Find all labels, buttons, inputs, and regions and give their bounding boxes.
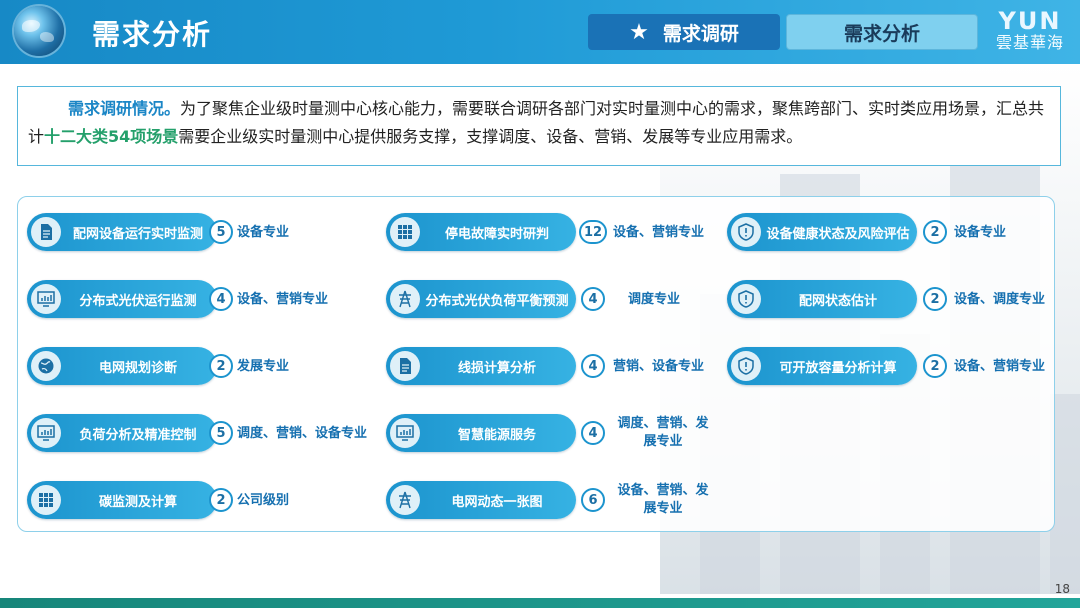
scene-specialty: 调度、营销、发展专业 xyxy=(617,416,709,449)
scene-label: 停电故障实时研判 xyxy=(444,226,549,242)
scene-pill[interactable]: 设备健康状态及风险评估 xyxy=(727,213,917,251)
scene-specialty: 发展专业 xyxy=(237,359,290,374)
intro-lead: 需求调研情况。 xyxy=(68,99,181,118)
shield-icon xyxy=(731,351,761,381)
scene-pill[interactable]: 配网状态估计 xyxy=(727,280,917,318)
document-icon xyxy=(31,217,61,247)
scene-pill[interactable]: 配网设备运行实时监测 xyxy=(27,213,217,251)
scene-specialty: 营销、设备专业 xyxy=(613,359,705,374)
scene-count-badge: 5 xyxy=(209,421,233,445)
scene-count-badge: 2 xyxy=(923,354,947,378)
brand-logo: YUN 雲基華海 xyxy=(984,8,1076,52)
scene-count-badge: 2 xyxy=(209,488,233,512)
monitor-chart-icon xyxy=(390,418,420,448)
globe-logo-icon xyxy=(14,6,64,56)
intro-text-b: 需要企业级实时量测中心提供服务支撑，支撑调度、设备、营销、发展等专业应用需求。 xyxy=(178,127,803,146)
scene-count-badge: 4 xyxy=(581,354,605,378)
scene-specialty: 设备、营销专业 xyxy=(237,292,329,307)
scene-pill[interactable]: 线损计算分析 xyxy=(386,347,576,385)
tab-requirement-research[interactable]: ★ 需求调研 xyxy=(588,14,780,50)
tab-label: 需求分析 xyxy=(843,22,920,45)
monitor-chart-icon xyxy=(31,284,61,314)
star-icon: ★ xyxy=(629,19,649,45)
logo-subtitle: 雲基華海 xyxy=(995,33,1064,52)
scene-pill[interactable]: 停电故障实时研判 xyxy=(386,213,576,251)
scene-pill[interactable]: 负荷分析及精准控制 xyxy=(27,414,217,452)
intro-paragraph: 需求调研情况。为了聚焦企业级时量测中心核心能力，需要联合调研各部门对实时量测中心… xyxy=(17,86,1061,166)
header-bar: 需求分析 ★ 需求调研 需求分析 YUN 雲基華海 xyxy=(0,0,1080,64)
scene-count-badge: 5 xyxy=(209,220,233,244)
scene-count-badge: 4 xyxy=(209,287,233,311)
scene-specialty: 设备专业 xyxy=(954,225,1007,240)
scene-specialty: 设备专业 xyxy=(237,225,290,240)
scene-label: 线损计算分析 xyxy=(457,360,536,376)
shield-icon xyxy=(731,217,761,247)
scene-label: 负荷分析及精准控制 xyxy=(79,427,197,443)
monitor-chart-icon xyxy=(31,418,61,448)
scene-count-badge: 6 xyxy=(581,488,605,512)
scene-specialty: 设备、营销专业 xyxy=(613,225,705,240)
power-tower-icon xyxy=(390,485,420,515)
tab-label: 需求调研 xyxy=(662,22,739,45)
shield-icon xyxy=(731,284,761,314)
logo-mark: YUN xyxy=(998,7,1062,35)
globe-icon xyxy=(31,351,61,381)
page-number: 18 xyxy=(1054,582,1070,596)
scene-specialty: 设备、调度专业 xyxy=(954,292,1046,307)
scene-specialty: 调度专业 xyxy=(628,292,681,307)
scene-label: 分布式光伏负荷平衡预测 xyxy=(425,293,569,309)
scene-specialty: 公司级别 xyxy=(237,493,290,508)
scene-label: 配网设备运行实时监测 xyxy=(72,226,203,242)
document-icon xyxy=(390,351,420,381)
scene-count-badge: 2 xyxy=(923,287,947,311)
tab-requirement-analysis[interactable]: 需求分析 xyxy=(786,14,978,50)
scene-label: 分布式光伏运行监测 xyxy=(79,293,197,309)
scene-pill[interactable]: 电网规划诊断 xyxy=(27,347,217,385)
scene-pill[interactable]: 可开放容量分析计算 xyxy=(727,347,917,385)
scene-label: 电网规划诊断 xyxy=(98,360,177,376)
scene-pill[interactable]: 分布式光伏负荷平衡预测 xyxy=(386,280,576,318)
scene-specialty: 调度、营销、设备专业 xyxy=(237,426,368,441)
scene-pill[interactable]: 智慧能源服务 xyxy=(386,414,576,452)
scene-specialty: 设备、营销专业 xyxy=(954,359,1046,374)
scene-count-badge: 12 xyxy=(579,220,607,244)
scene-pill[interactable]: 碳监测及计算 xyxy=(27,481,217,519)
intro-highlight: 十二大类54项场景 xyxy=(44,127,179,146)
scene-count-badge: 2 xyxy=(923,220,947,244)
scene-label: 配网状态估计 xyxy=(798,293,877,309)
grid-icon xyxy=(31,485,61,515)
power-tower-icon xyxy=(390,284,420,314)
scene-pill[interactable]: 电网动态一张图 xyxy=(386,481,576,519)
grid-icon xyxy=(390,217,420,247)
scene-label: 可开放容量分析计算 xyxy=(779,360,897,376)
scene-pill[interactable]: 分布式光伏运行监测 xyxy=(27,280,217,318)
scene-count-badge: 4 xyxy=(581,421,605,445)
scene-count-badge: 4 xyxy=(581,287,605,311)
scene-count-badge: 2 xyxy=(209,354,233,378)
page-title: 需求分析 xyxy=(92,18,213,51)
scene-label: 设备健康状态及风险评估 xyxy=(766,226,910,242)
scenario-panel: 配网设备运行实时监测 5 设备专业 分布式光伏运行监测 4 设备、营销专业 电网… xyxy=(17,196,1055,532)
scene-label: 智慧能源服务 xyxy=(457,427,536,443)
footer-bar xyxy=(0,598,1080,608)
scene-label: 电网动态一张图 xyxy=(451,494,543,510)
scene-label: 碳监测及计算 xyxy=(98,494,177,510)
scene-specialty: 设备、营销、发展专业 xyxy=(617,483,709,516)
